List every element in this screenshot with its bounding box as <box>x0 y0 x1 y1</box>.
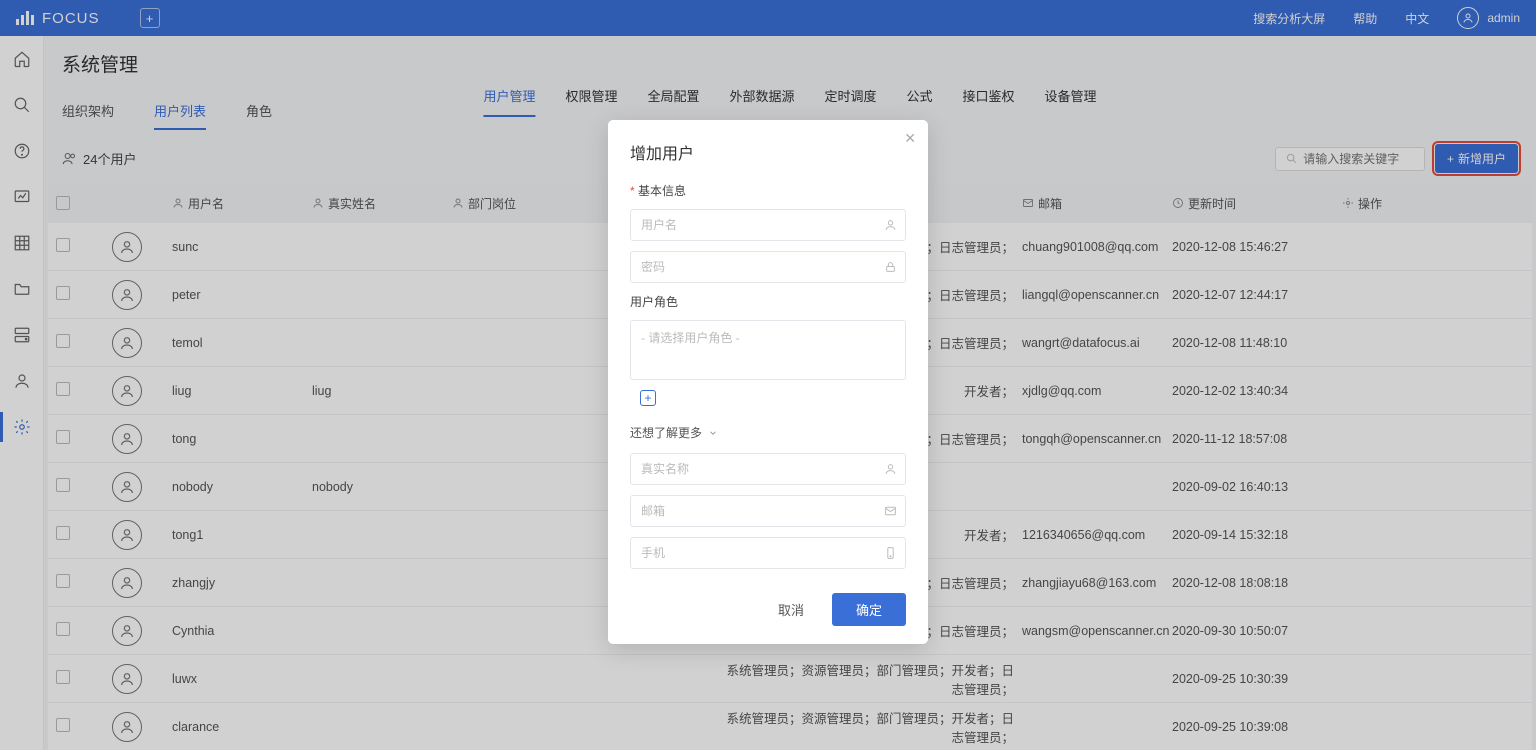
chevron-down-icon <box>708 428 718 438</box>
realname-field[interactable] <box>630 453 906 485</box>
password-field[interactable] <box>630 251 906 283</box>
section-role: 用户角色 <box>630 293 906 310</box>
username-field[interactable] <box>630 209 906 241</box>
ok-button[interactable]: 确定 <box>832 593 906 626</box>
close-icon[interactable]: ✕ <box>904 130 916 147</box>
email-field[interactable] <box>630 495 906 527</box>
add-user-modal: ✕ 增加用户 基本信息 用户角色 - 请选择用户角色 - + 还想了解更多 取消… <box>608 120 928 644</box>
mail-icon <box>884 505 897 518</box>
user-icon <box>884 219 897 232</box>
modal-title: 增加用户 <box>630 140 906 164</box>
more-toggle[interactable]: 还想了解更多 <box>630 424 906 441</box>
add-role-button[interactable]: + <box>640 390 656 406</box>
user-icon <box>884 463 897 476</box>
phone-field[interactable] <box>630 537 906 569</box>
role-select[interactable]: - 请选择用户角色 - <box>630 320 906 380</box>
lock-icon <box>884 261 897 274</box>
phone-icon <box>884 547 897 560</box>
section-basic: 基本信息 <box>630 182 906 199</box>
cancel-button[interactable]: 取消 <box>764 593 818 626</box>
